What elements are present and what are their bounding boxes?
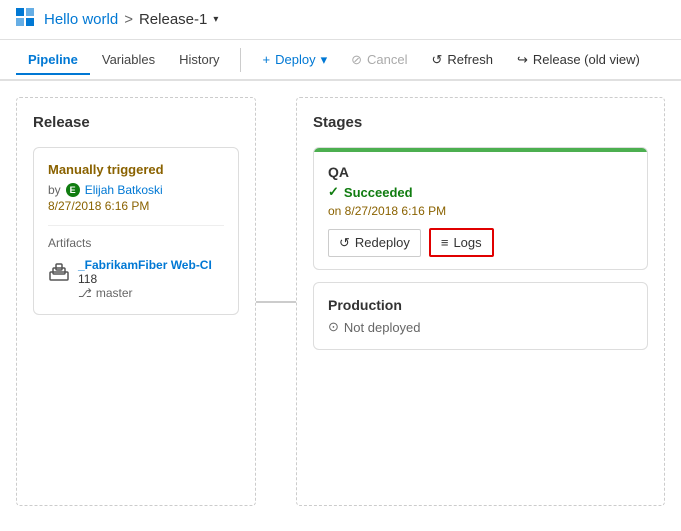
refresh-icon: ↺ <box>432 52 443 68</box>
release-timestamp: 8/27/2018 6:16 PM <box>48 199 224 213</box>
toolbar: Pipeline Variables History + Deploy ▾ ⊘ … <box>0 40 681 81</box>
redeploy-icon: ↺ <box>339 235 350 251</box>
refresh-button[interactable]: ↺ Refresh <box>422 47 503 73</box>
prod-status-label: Not deployed <box>344 320 421 335</box>
tab-variables[interactable]: Variables <box>90 46 167 75</box>
triggered-by: by E Elijah Batkoski <box>48 183 224 197</box>
breadcrumb-dropdown[interactable]: ▾ <box>213 14 218 25</box>
oldview-icon: ↪ <box>517 52 528 68</box>
top-bar: Hello world > Release-1 ▾ <box>0 0 681 40</box>
redeploy-label: Redeploy <box>355 235 410 250</box>
artifact-build: 118 <box>78 272 212 286</box>
stages-panel-title: Stages <box>313 114 648 131</box>
breadcrumb-separator: > <box>124 11 133 28</box>
artifact-name[interactable]: _FabrikamFiber Web-CI <box>78 258 212 272</box>
toolbar-separator <box>240 48 241 72</box>
connector-line <box>256 301 296 303</box>
artifact-details: _FabrikamFiber Web-CI 118 ⎇ master <box>78 258 212 300</box>
logs-button[interactable]: ≡ Logs <box>429 228 494 257</box>
release-card: Manually triggered by E Elijah Batkoski … <box>33 147 239 315</box>
user-name[interactable]: Elijah Batkoski <box>85 183 163 197</box>
stages-panel: Stages QA ✓ Succeeded on 8/27/2018 6:16 … <box>296 97 665 506</box>
artifact-icon <box>48 260 70 287</box>
toolbar-actions: + Deploy ▾ ⊘ Cancel ↺ Refresh ↪ Release … <box>253 47 650 73</box>
branch-icon: ⎇ <box>78 286 92 300</box>
qa-card-body: QA ✓ Succeeded on 8/27/2018 6:16 PM ↺ Re… <box>314 152 647 269</box>
breadcrumb-current: Release-1 <box>139 11 207 28</box>
qa-stage-name: QA <box>328 164 633 180</box>
succeeded-icon: ✓ <box>328 184 339 200</box>
by-text: by <box>48 183 61 197</box>
deploy-arrow-icon: ▾ <box>321 52 328 68</box>
qa-stage-time: on 8/27/2018 6:16 PM <box>328 204 633 218</box>
old-view-button[interactable]: ↪ Release (old view) <box>507 47 650 73</box>
release-panel: Release Manually triggered by E Elijah B… <box>16 97 256 506</box>
card-divider <box>48 225 224 226</box>
qa-stage-card: QA ✓ Succeeded on 8/27/2018 6:16 PM ↺ Re… <box>313 147 648 270</box>
branch-name: master <box>96 286 133 300</box>
release-panel-title: Release <box>33 114 239 131</box>
app-icon <box>16 8 34 31</box>
connector <box>256 97 296 506</box>
artifacts-label: Artifacts <box>48 236 224 250</box>
qa-stage-status: ✓ Succeeded <box>328 184 633 200</box>
breadcrumb: Hello world > Release-1 ▾ <box>44 11 218 28</box>
triggered-label: Manually triggered <box>48 162 224 177</box>
logs-icon: ≡ <box>441 235 449 250</box>
artifact-branch: ⎇ master <box>78 286 212 300</box>
cancel-button[interactable]: ⊘ Cancel <box>341 47 417 73</box>
tab-history[interactable]: History <box>167 46 231 75</box>
qa-status-label: Succeeded <box>344 185 413 200</box>
qa-stage-actions: ↺ Redeploy ≡ Logs <box>328 228 633 257</box>
not-deployed-icon: ⊙ <box>328 319 339 335</box>
deploy-button[interactable]: + Deploy ▾ <box>253 47 338 73</box>
deploy-icon: + <box>263 52 271 67</box>
logs-label: Logs <box>453 235 481 250</box>
production-stage-card: Production ⊙ Not deployed <box>313 282 648 350</box>
breadcrumb-parent[interactable]: Hello world <box>44 11 118 28</box>
artifact-item: _FabrikamFiber Web-CI 118 ⎇ master <box>48 258 224 300</box>
redeploy-button[interactable]: ↺ Redeploy <box>328 229 421 257</box>
tab-pipeline[interactable]: Pipeline <box>16 46 90 75</box>
prod-stage-status: ⊙ Not deployed <box>328 319 633 335</box>
prod-stage-name: Production <box>328 297 633 313</box>
main-content: Release Manually triggered by E Elijah B… <box>0 81 681 522</box>
cancel-icon: ⊘ <box>351 52 362 68</box>
avatar: E <box>66 183 80 197</box>
user-initial: E <box>70 185 76 195</box>
